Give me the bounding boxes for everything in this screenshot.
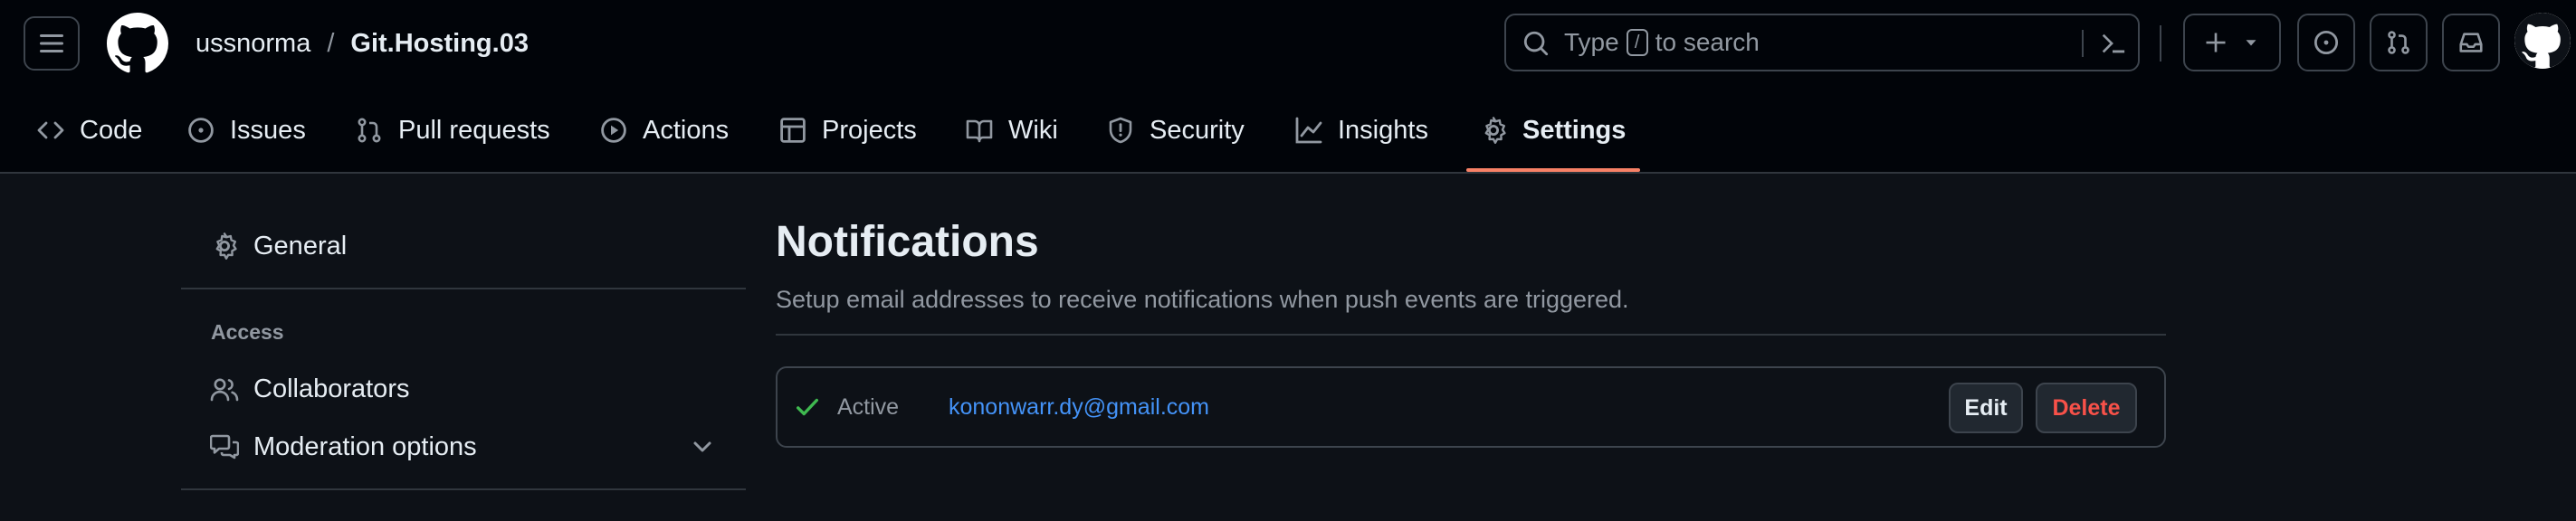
tab-actions-label: Actions bbox=[643, 115, 730, 145]
app-header: ussnorma / Git.Hosting.03 Type / to sear… bbox=[0, 0, 2576, 174]
pull-requests-button[interactable] bbox=[2370, 14, 2428, 71]
github-logo-icon[interactable] bbox=[107, 13, 168, 74]
check-icon bbox=[797, 398, 818, 416]
owner-link[interactable]: ussnorma bbox=[196, 29, 310, 59]
tab-issues-label: Issues bbox=[230, 115, 306, 145]
git-pull-request-icon bbox=[358, 118, 381, 143]
email-address-link[interactable]: kononwarr.dy@gmail.com bbox=[949, 368, 1209, 446]
tab-code-label: Code bbox=[80, 115, 143, 145]
sidebar-item-general[interactable]: General bbox=[181, 219, 746, 273]
graph-icon bbox=[1295, 117, 1322, 144]
tab-settings-label: Settings bbox=[1522, 115, 1627, 145]
tab-wiki-label: Wiki bbox=[1008, 115, 1058, 145]
breadcrumb-separator: / bbox=[327, 28, 335, 58]
sidebar-item-general-label: General bbox=[253, 231, 348, 260]
tab-settings[interactable]: Settings bbox=[1479, 87, 1626, 174]
top-bar: ussnorma / Git.Hosting.03 Type / to sear… bbox=[0, 0, 2576, 87]
issues-button[interactable] bbox=[2297, 14, 2355, 71]
sidebar-divider bbox=[181, 488, 746, 490]
search-placeholder-prefix: Type bbox=[1564, 28, 1619, 56]
search-divider bbox=[2082, 30, 2084, 57]
sidebar-heading-access: Access bbox=[211, 320, 284, 344]
tab-actions[interactable]: Actions bbox=[599, 87, 729, 174]
people-icon bbox=[210, 378, 239, 402]
repo-link[interactable]: Git.Hosting.03 bbox=[350, 29, 529, 59]
tab-insights-label: Insights bbox=[1338, 115, 1428, 145]
tab-security[interactable]: Security bbox=[1106, 87, 1245, 174]
toolbar-divider bbox=[2160, 25, 2161, 62]
repo-nav-tabs: Code Issues Pull requests Actions Projec… bbox=[0, 87, 2576, 174]
sidebar-item-moderation[interactable]: Moderation options bbox=[181, 420, 746, 474]
play-icon bbox=[601, 118, 626, 143]
search-shortcut-key: / bbox=[1626, 29, 1648, 56]
search-icon bbox=[1523, 31, 1549, 56]
search-placeholder: Type / to search bbox=[1564, 15, 1760, 70]
tab-wiki[interactable]: Wiki bbox=[965, 87, 1058, 174]
inbox-button[interactable] bbox=[2442, 14, 2500, 71]
shield-icon bbox=[1109, 117, 1132, 144]
sidebar-divider bbox=[181, 288, 746, 289]
user-avatar[interactable] bbox=[2514, 13, 2571, 69]
issue-opened-icon bbox=[188, 118, 214, 143]
issue-opened-icon bbox=[2314, 30, 2339, 55]
create-new-button[interactable] bbox=[2183, 14, 2281, 71]
tab-pull-requests-label: Pull requests bbox=[398, 115, 550, 145]
tab-issues[interactable]: Issues bbox=[186, 87, 306, 174]
gear-icon bbox=[215, 232, 237, 260]
command-palette-icon[interactable] bbox=[2098, 30, 2127, 57]
delete-button[interactable]: Delete bbox=[2036, 383, 2137, 433]
tab-projects-label: Projects bbox=[822, 115, 917, 145]
tab-insights[interactable]: Insights bbox=[1294, 87, 1428, 174]
status-badge: Active bbox=[837, 393, 900, 420]
gear-icon bbox=[1484, 117, 1506, 144]
comment-discussion-icon bbox=[210, 434, 239, 459]
hamburger-icon bbox=[40, 34, 63, 52]
section-divider bbox=[776, 334, 2166, 336]
page-title: Notifications bbox=[776, 218, 1039, 266]
sidebar-item-collaborators-label: Collaborators bbox=[253, 374, 410, 403]
inbox-icon bbox=[2459, 33, 2483, 52]
sidebar-item-moderation-label: Moderation options bbox=[253, 431, 477, 461]
tab-projects[interactable]: Projects bbox=[778, 87, 917, 174]
plus-icon bbox=[2206, 33, 2226, 52]
email-hook-row: Active kononwarr.dy@gmail.com Edit Delet… bbox=[776, 366, 2166, 448]
triangle-down-icon bbox=[2246, 40, 2256, 46]
tab-pull-requests[interactable]: Pull requests bbox=[355, 87, 550, 174]
page-description: Setup email addresses to receive notific… bbox=[776, 286, 1629, 313]
sidebar-item-collaborators[interactable]: Collaborators bbox=[181, 362, 746, 416]
search-placeholder-suffix: to search bbox=[1655, 28, 1760, 56]
chevron-down-icon[interactable] bbox=[688, 432, 717, 461]
book-icon bbox=[966, 119, 993, 143]
menu-button[interactable] bbox=[24, 16, 80, 71]
edit-button[interactable]: Edit bbox=[1949, 383, 2023, 433]
active-tab-indicator bbox=[1466, 168, 1640, 172]
breadcrumb: ussnorma / Git.Hosting.03 bbox=[196, 0, 529, 87]
search-input[interactable]: Type / to search bbox=[1504, 14, 2140, 71]
code-icon bbox=[37, 121, 64, 139]
git-pull-request-icon bbox=[2388, 31, 2409, 54]
tab-security-label: Security bbox=[1150, 115, 1245, 145]
tab-code[interactable]: Code bbox=[36, 87, 142, 174]
table-icon bbox=[780, 118, 806, 143]
